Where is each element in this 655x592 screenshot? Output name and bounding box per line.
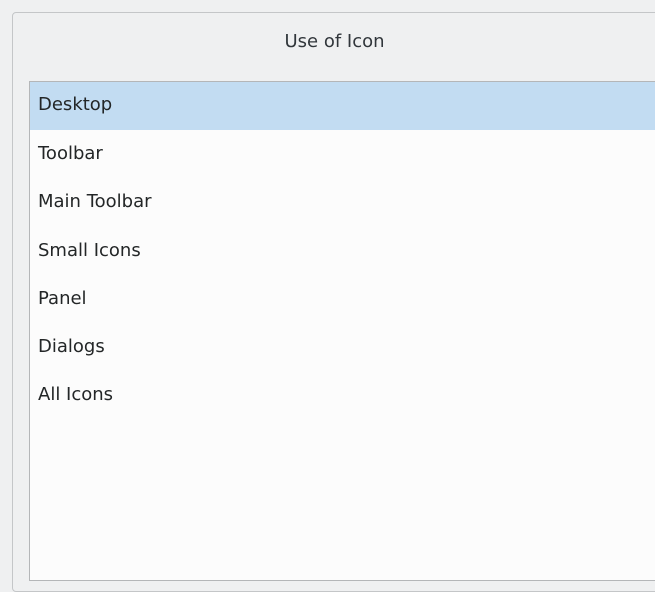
list-item-main-toolbar[interactable]: Main Toolbar (30, 178, 655, 226)
icon-usage-list[interactable]: Desktop Toolbar Main Toolbar Small Icons… (29, 81, 655, 581)
list-item-all-icons[interactable]: All Icons (30, 371, 655, 419)
list-item-dialogs[interactable]: Dialogs (30, 323, 655, 371)
list-item-panel[interactable]: Panel (30, 275, 655, 323)
list-item-toolbar[interactable]: Toolbar (30, 130, 655, 178)
list-item-desktop[interactable]: Desktop (30, 82, 655, 130)
groupbox-title: Use of Icon (284, 31, 385, 52)
list-item-small-icons[interactable]: Small Icons (30, 227, 655, 275)
